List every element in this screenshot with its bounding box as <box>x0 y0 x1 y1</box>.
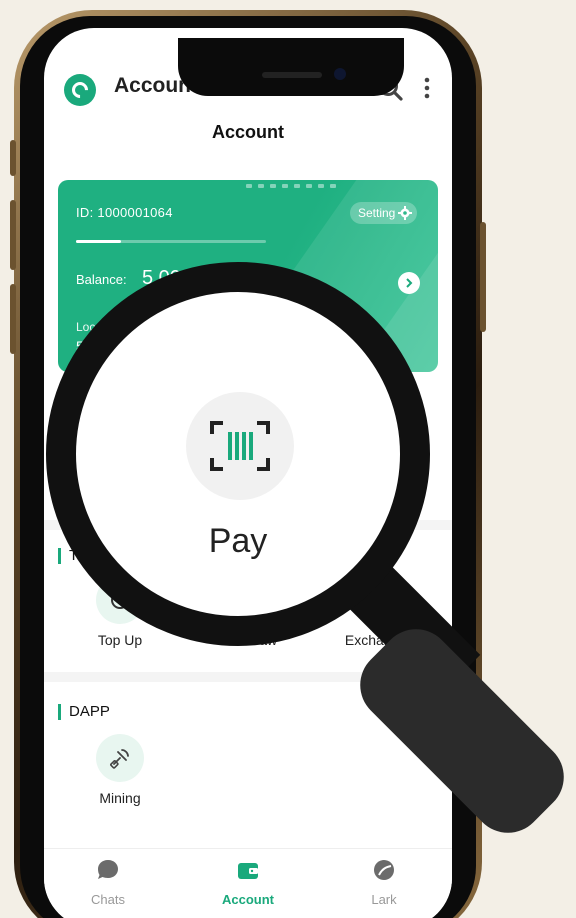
wallet-icon <box>238 863 258 879</box>
notch <box>178 38 404 96</box>
card-dots-decoration <box>246 184 336 188</box>
setting-button[interactable]: Setting <box>350 202 418 224</box>
earpiece-speaker <box>262 72 322 78</box>
more-options-icon[interactable] <box>422 76 432 100</box>
app-logo-icon <box>64 74 96 106</box>
setting-label: Setting <box>358 206 396 220</box>
tab-chats[interactable]: Chats <box>58 857 158 907</box>
power-button <box>480 222 486 332</box>
magnifier-lens: Pay <box>46 262 430 646</box>
mining-icon <box>96 734 144 782</box>
card-progress-bar <box>76 240 266 243</box>
volume-down-button <box>10 284 16 354</box>
tab-lark[interactable]: Lark <box>334 857 434 907</box>
mute-switch <box>10 140 16 176</box>
barcode-scan-icon <box>210 421 270 471</box>
pay-label: Pay <box>208 522 268 560</box>
top-up-label: Top Up <box>97 632 143 648</box>
balance-label: Balance: <box>76 272 127 287</box>
lark-icon <box>374 860 394 880</box>
mining-button[interactable]: Mining <box>70 734 170 806</box>
mining-label: Mining <box>99 790 141 806</box>
chat-bubble-icon <box>98 860 118 879</box>
gear-icon <box>398 206 413 220</box>
tab-account-label: Account <box>222 892 274 907</box>
account-id: ID: 1000001064 <box>76 205 173 220</box>
dapp-section-title: DAPP <box>58 704 110 720</box>
chevron-right-icon[interactable] <box>398 272 420 294</box>
tab-account[interactable]: Account <box>198 857 298 907</box>
front-camera <box>334 68 346 80</box>
bottom-tab-bar: Chats Account Lark <box>44 848 452 918</box>
page-title: Account <box>212 122 284 142</box>
tab-chats-label: Chats <box>91 892 125 907</box>
tab-lark-label: Lark <box>371 892 397 907</box>
volume-up-button <box>10 200 16 270</box>
pay-button[interactable] <box>186 392 294 500</box>
